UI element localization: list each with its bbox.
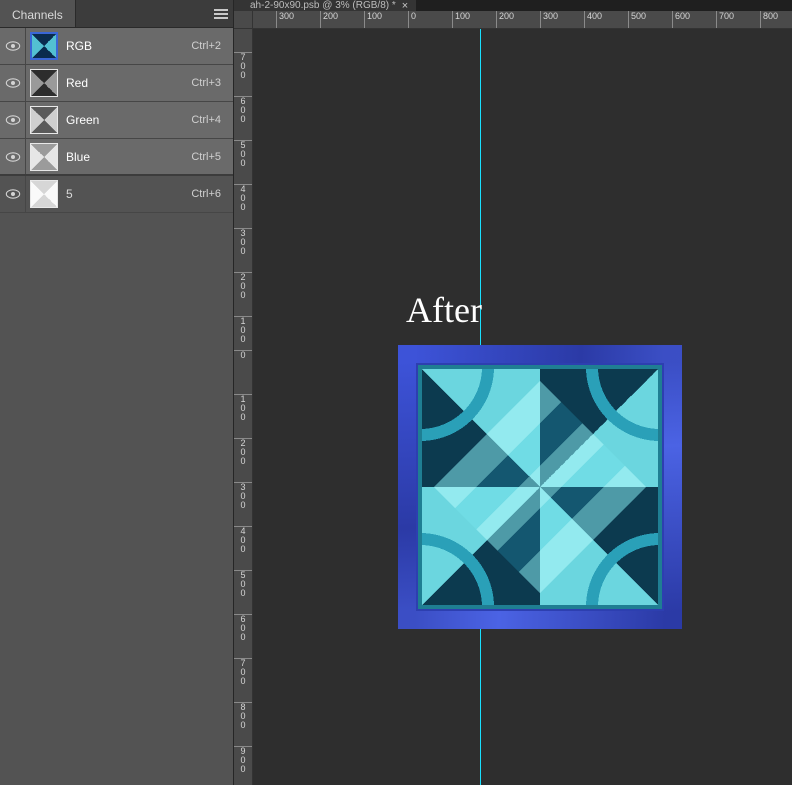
ruler-h-tick: 400 (584, 11, 602, 28)
close-icon[interactable]: × (402, 2, 408, 10)
panel-header-spacer (76, 0, 209, 27)
ruler-h-tick: 600 (672, 11, 690, 28)
ruler-vertical[interactable]: 700 600 500 400 300 200 100 0 100 200 300 400 500 600… (234, 29, 253, 785)
document-tabbar: ah-2-90x90.psb @ 3% (RGB/8) * × (234, 0, 792, 11)
channel-thumb (30, 106, 58, 134)
ruler-h-tick: 700 (716, 11, 734, 28)
channel-shortcut: Ctrl+3 (191, 77, 233, 89)
hamburger-icon (214, 9, 228, 19)
ruler-v-tick: 400 (234, 184, 252, 212)
eye-icon (5, 78, 21, 88)
ruler-corner (234, 11, 253, 29)
ruler-row-top: 3002001000100200300400500600700800900 (234, 11, 792, 29)
ruler-h-tick: 300 (276, 11, 294, 28)
document-tab[interactable]: ah-2-90x90.psb @ 3% (RGB/8) * × (234, 0, 416, 11)
channel-thumb (30, 69, 58, 97)
ruler-v-tick: 200 (234, 438, 252, 466)
ruler-h-tick: 100 (452, 11, 470, 28)
channel-thumb (30, 143, 58, 171)
ruler-h-tick: 300 (540, 11, 558, 28)
ruler-v-tick: 700 (234, 658, 252, 686)
eye-icon (5, 41, 21, 51)
canvas-artwork (398, 345, 682, 629)
ruler-v-tick: 400 (234, 526, 252, 554)
visibility-toggle[interactable] (0, 28, 26, 64)
ruler-v-tick: 500 (234, 570, 252, 598)
channels-tab-label: Channels (12, 8, 63, 22)
channel-shortcut: Ctrl+4 (191, 114, 233, 126)
ruler-row-body: 700 600 500 400 300 200 100 0 100 200 300 400 500 600… (234, 29, 792, 785)
channel-list: RGBCtrl+2RedCtrl+3GreenCtrl+4BlueCtrl+55… (0, 28, 233, 785)
channel-name-label: Green (66, 113, 191, 127)
ruler-v-tick: 200 (234, 272, 252, 300)
ruler-v-tick: 300 (234, 482, 252, 510)
channel-name-label: 5 (66, 187, 191, 201)
ruler-h-tick: 0 (408, 11, 416, 28)
ruler-v-tick: 100 (234, 316, 252, 344)
channels-tab[interactable]: Channels (0, 0, 76, 27)
panel-menu-button[interactable] (209, 0, 233, 27)
channel-shortcut: Ctrl+6 (191, 188, 233, 200)
channel-row-rgb[interactable]: RGBCtrl+2 (0, 28, 233, 65)
channel-row-red[interactable]: RedCtrl+3 (0, 65, 233, 102)
visibility-toggle[interactable] (0, 176, 26, 212)
after-label: After (406, 289, 482, 331)
visibility-toggle[interactable] (0, 139, 26, 174)
viewport[interactable]: After (253, 29, 792, 785)
channel-name-label: RGB (66, 39, 191, 53)
ruler-h-tick: 200 (320, 11, 338, 28)
ruler-v-tick: 600 (234, 96, 252, 124)
document-tab-title: ah-2-90x90.psb @ 3% (RGB/8) * (250, 2, 396, 10)
channel-thumb (30, 180, 58, 208)
channel-shortcut: Ctrl+5 (191, 151, 233, 163)
channel-row-5[interactable]: 5Ctrl+6 (0, 176, 233, 213)
channel-name-label: Blue (66, 150, 191, 164)
visibility-toggle[interactable] (0, 102, 26, 138)
ruler-v-tick: 900 (234, 746, 252, 774)
artwork-center (434, 381, 646, 593)
channel-shortcut: Ctrl+2 (191, 40, 233, 52)
eye-icon (5, 152, 21, 162)
ruler-v-tick: 500 (234, 140, 252, 168)
ruler-h-tick: 500 (628, 11, 646, 28)
channel-name-label: Red (66, 76, 191, 90)
artwork-pattern (420, 367, 660, 607)
ruler-v-tick: 700 (234, 52, 252, 80)
eye-icon (5, 115, 21, 125)
ruler-v-tick: 800 (234, 702, 252, 730)
ruler-horizontal[interactable]: 3002001000100200300400500600700800900 (253, 11, 792, 29)
ruler-v-tick: 0 (234, 350, 252, 360)
eye-icon (5, 189, 21, 199)
channel-row-green[interactable]: GreenCtrl+4 (0, 102, 233, 139)
ruler-h-tick: 100 (364, 11, 382, 28)
canvas-area: ah-2-90x90.psb @ 3% (RGB/8) * × 300 200 10… (234, 0, 792, 785)
ruler-v-tick: 300 (234, 228, 252, 256)
channels-panel: Channels RGBCtrl+2RedCtrl+3GreenCtrl+4Bl… (0, 0, 234, 785)
panel-header: Channels (0, 0, 233, 28)
ruler-v-tick: 100 (234, 394, 252, 422)
channel-thumb (30, 32, 58, 60)
visibility-toggle[interactable] (0, 65, 26, 101)
app-root: Channels RGBCtrl+2RedCtrl+3GreenCtrl+4Bl… (0, 0, 792, 785)
ruler-v-tick: 600 (234, 614, 252, 642)
ruler-h-tick: 200 (496, 11, 514, 28)
channel-row-blue[interactable]: BlueCtrl+5 (0, 139, 233, 176)
ruler-h-tick: 800 (760, 11, 778, 28)
